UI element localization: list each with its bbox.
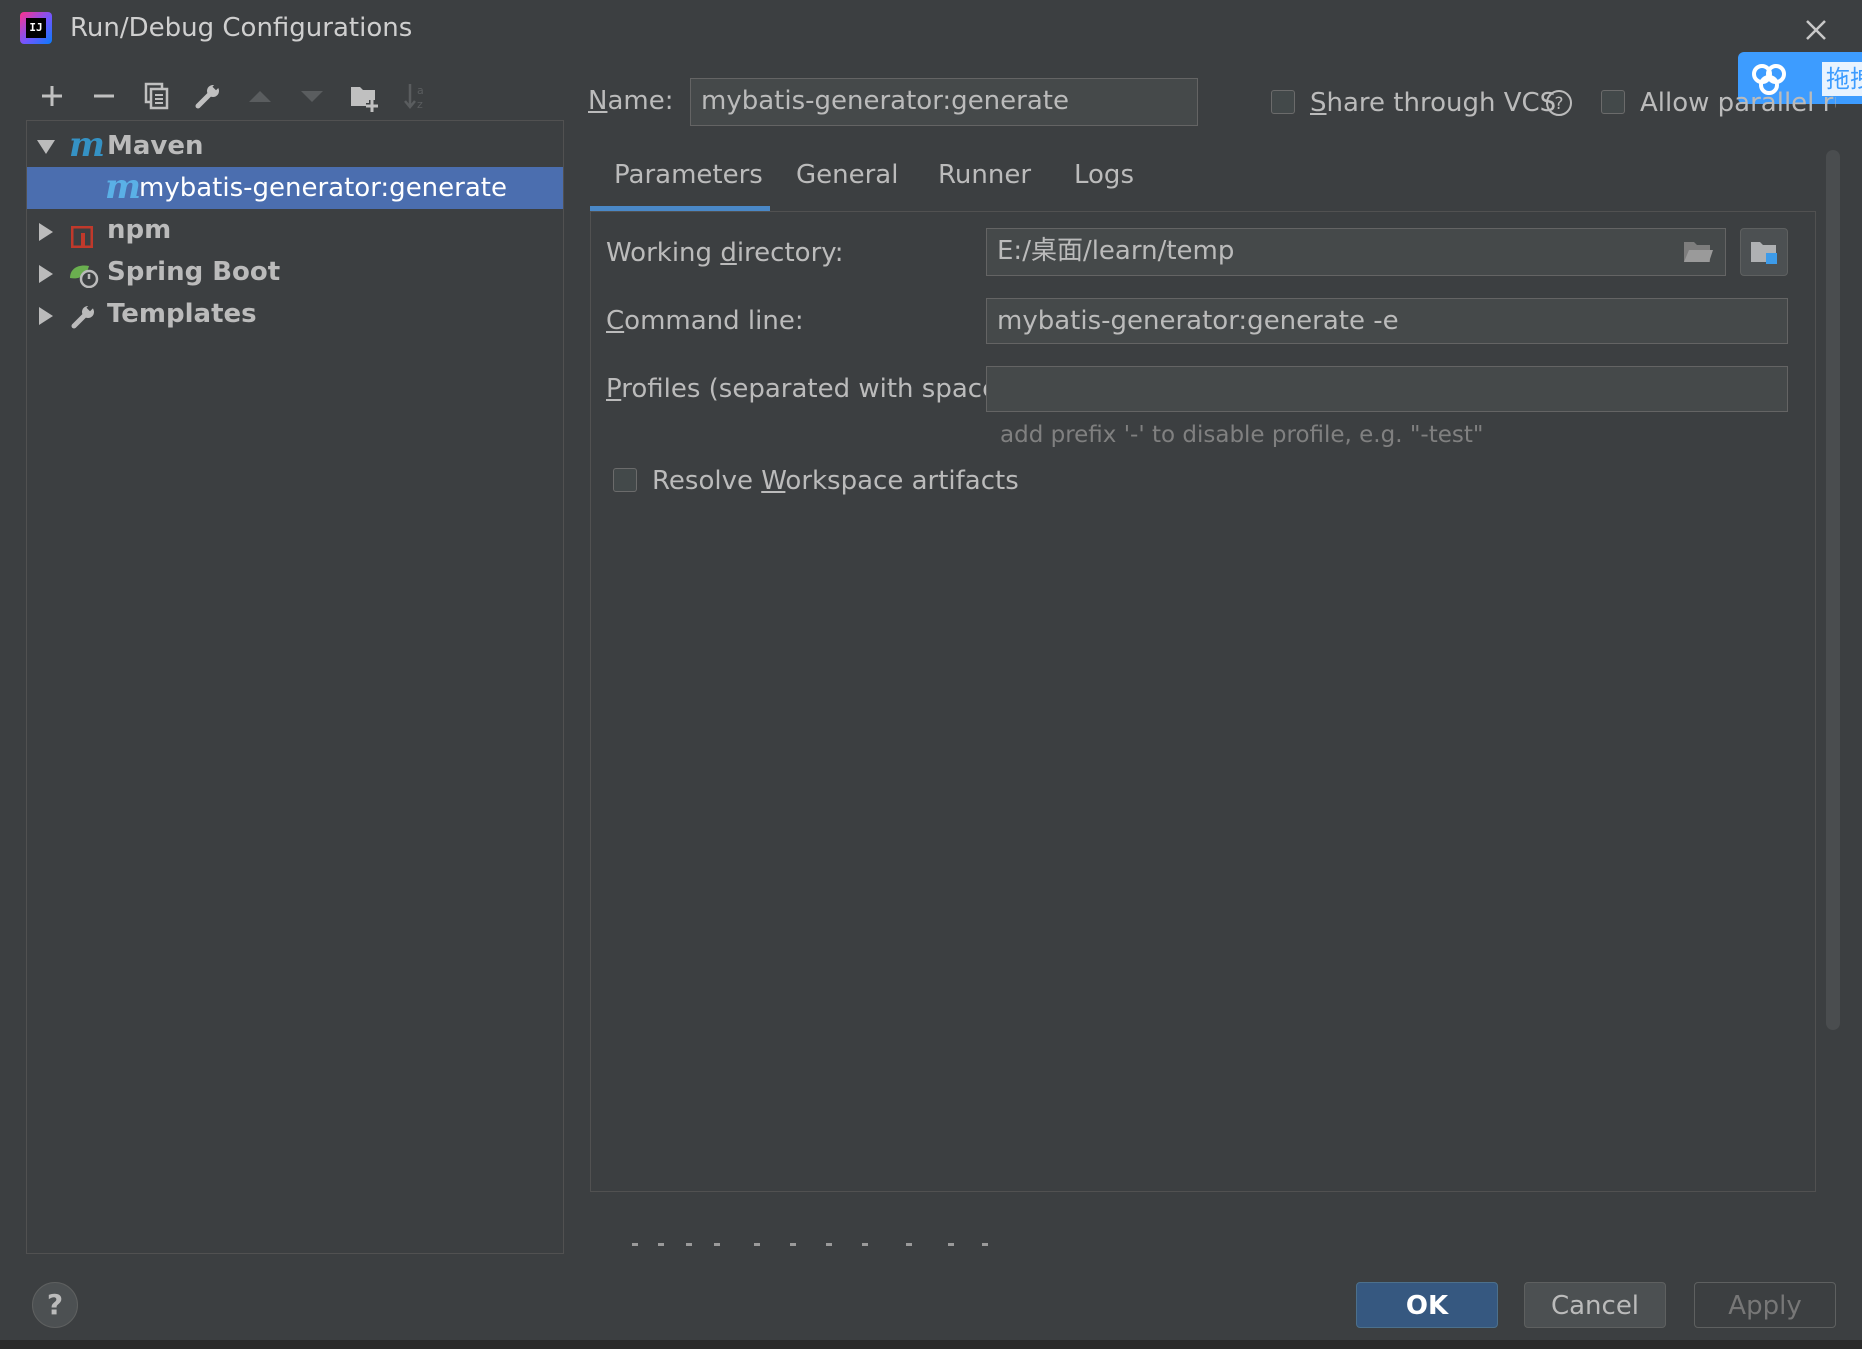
wrench-icon [69,301,99,331]
bottom-edge [0,1340,1862,1349]
maven-icon: m [105,167,141,207]
title-bar: IJ Run/Debug Configurations [0,0,1862,60]
share-vcs-label: Share through VCS [1310,88,1557,118]
configuration-tree[interactable]: m Maven m mybatis-generator:generate npm… [26,120,564,1254]
tab-parameters[interactable]: Parameters [614,160,763,190]
command-line-field[interactable]: mybatis-generator:generate -e [986,298,1788,344]
maven-icon: m [69,125,105,165]
svg-text:z: z [417,98,423,111]
select-module-directory-button[interactable] [1740,228,1788,276]
tree-item-label: npm [107,215,172,245]
tree-item-label: Maven [107,131,204,161]
profiles-label: Profiles (separated with space): [606,374,1017,404]
expand-arrow-icon[interactable] [39,307,53,325]
help-button[interactable]: ? [32,1282,78,1328]
spring-boot-icon [67,259,99,289]
tree-item-maven[interactable]: m Maven [27,125,563,167]
copy-icon[interactable] [138,78,174,114]
command-line-label: Command line: [606,306,804,336]
remove-icon[interactable] [86,78,122,114]
scrollbar[interactable] [1826,150,1840,1030]
expand-arrow-icon[interactable] [39,223,53,241]
move-down-icon [294,78,330,114]
parameters-panel [590,212,1816,1192]
folder-browse-icon[interactable] [1682,238,1714,266]
new-folder-icon[interactable] [346,78,382,114]
share-vcs-checkbox[interactable] [1271,90,1295,114]
tree-item-label: Templates [107,299,257,329]
svg-text:a: a [417,84,424,97]
tab-general[interactable]: General [796,160,898,190]
expand-arrow-icon[interactable] [39,265,53,283]
tree-item-spring-boot[interactable]: Spring Boot [27,251,563,293]
move-up-icon [242,78,278,114]
svg-text:?: ? [1554,94,1563,114]
tab-runner[interactable]: Runner [938,160,1031,190]
profiles-field[interactable] [986,366,1788,412]
tree-item-label: mybatis-generator:generate [139,173,507,203]
module-folder-icon [1751,242,1777,264]
profiles-hint: add prefix '-' to disable profile, e.g. … [1000,422,1484,448]
tree-item-mybatis-generator[interactable]: m mybatis-generator:generate [27,167,563,209]
help-circle-icon[interactable]: ? [1544,88,1574,118]
sort-icon: az [398,78,434,114]
tree-item-templates[interactable]: Templates [27,293,563,335]
tab-logs[interactable]: Logs [1074,160,1134,190]
allow-parallel-label: Allow parallel run [1640,88,1836,118]
apply-button[interactable]: Apply [1694,1282,1836,1328]
npm-icon [70,219,94,249]
tree-item-npm[interactable]: npm [27,209,563,251]
intellij-logo-icon: IJ [20,12,52,44]
hidden-section-fragment [630,1232,990,1246]
close-icon[interactable] [1796,10,1836,50]
window-title: Run/Debug Configurations [70,13,413,43]
ok-button[interactable]: OK [1356,1282,1498,1328]
expand-arrow-icon[interactable] [37,140,55,154]
allow-parallel-checkbox[interactable] [1601,90,1625,114]
resolve-workspace-label: Resolve Workspace artifacts [652,466,1019,496]
working-directory-field[interactable]: E:/桌面/learn/temp [986,228,1726,276]
name-field[interactable]: mybatis-generator:generate [690,78,1198,126]
name-label: Name: [588,86,674,116]
add-icon[interactable] [34,78,70,114]
tree-item-label: Spring Boot [107,257,281,287]
cancel-button[interactable]: Cancel [1524,1282,1666,1328]
wrench-icon[interactable] [190,78,226,114]
resolve-workspace-checkbox[interactable] [613,468,637,492]
working-directory-label: Working directory: [606,238,844,268]
